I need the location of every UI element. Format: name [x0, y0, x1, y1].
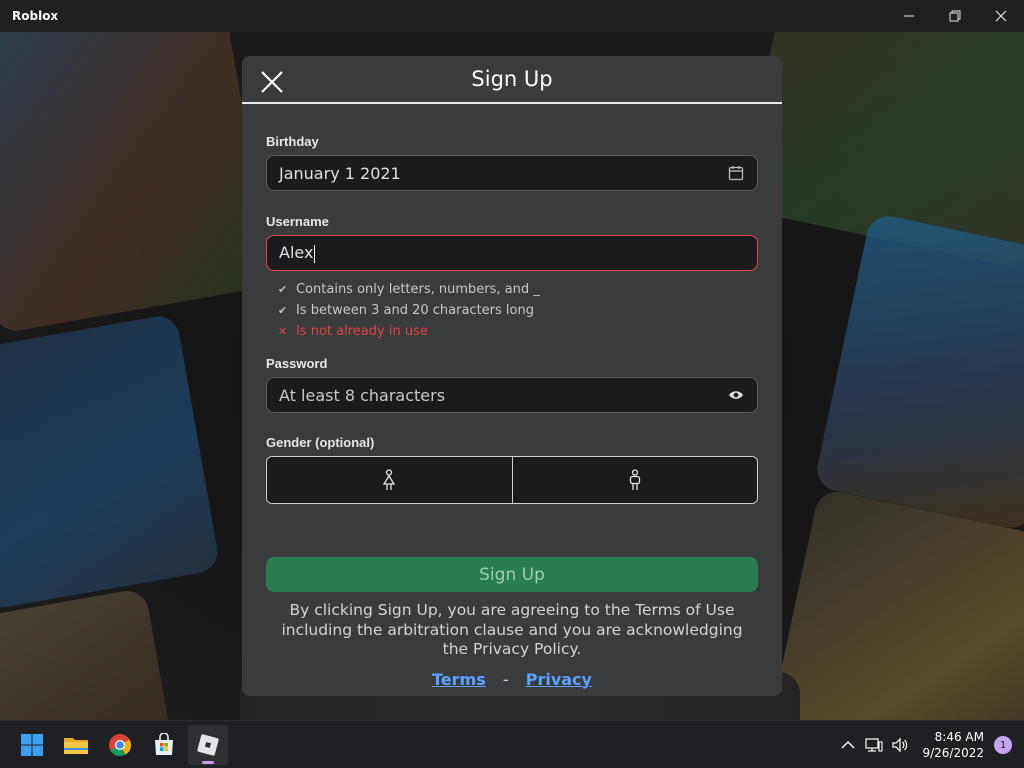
minimize-button[interactable]: [886, 0, 932, 32]
windows-start-button[interactable]: [12, 725, 52, 765]
terms-link[interactable]: Terms: [432, 670, 486, 689]
username-rules: ✔ Contains only letters, numbers, and _ …: [278, 279, 758, 342]
eye-icon[interactable]: [727, 386, 745, 404]
microsoft-store-icon: [155, 732, 173, 755]
username-value: Alex: [279, 243, 314, 263]
birthday-field[interactable]: January 1 2021: [266, 155, 758, 191]
show-hidden-icons-button[interactable]: [836, 733, 860, 757]
birthday-label: Birthday: [266, 134, 319, 149]
windows-start-icon: [21, 733, 43, 756]
username-rule: ✔ Contains only letters, numbers, and _: [278, 279, 758, 300]
speaker-icon: [892, 737, 908, 753]
chrome-button[interactable]: [100, 725, 140, 765]
window-close-button[interactable]: [978, 0, 1024, 32]
rule-text: Contains only letters, numbers, and _: [296, 282, 540, 297]
restore-icon: [949, 10, 961, 22]
calendar-icon[interactable]: [727, 164, 745, 182]
x-icon: ✕: [278, 325, 288, 338]
signup-button[interactable]: Sign Up: [266, 557, 758, 592]
volume-button[interactable]: [888, 733, 912, 757]
clock[interactable]: 8:46 AM 9/26/2022: [922, 729, 984, 761]
signup-modal: Sign Up Birthday January 1 2021 Username…: [242, 56, 782, 696]
modal-close-button[interactable]: [258, 68, 286, 96]
background-tile: [813, 212, 1024, 532]
female-icon: [383, 469, 396, 490]
username-label: Username: [266, 214, 329, 229]
check-icon: ✔: [278, 304, 288, 317]
male-icon: [629, 469, 640, 490]
gender-male-button[interactable]: [511, 457, 757, 503]
background-tile: [0, 32, 274, 335]
background-tile: [765, 487, 1024, 720]
minimize-icon: [904, 15, 914, 17]
modal-header: Sign Up: [242, 56, 782, 104]
chevron-up-icon: [841, 741, 855, 749]
file-explorer-icon: [64, 737, 88, 754]
close-icon: [995, 10, 1007, 22]
network-icon: [865, 738, 884, 752]
notification-badge[interactable]: 1: [994, 736, 1012, 754]
signup-form: Birthday January 1 2021 Username Alex ✔ …: [266, 134, 758, 689]
taskbar: 8:46 AM 9/26/2022 1: [0, 720, 1024, 768]
roblox-icon: [197, 733, 219, 756]
rule-text: Is not already in use: [296, 324, 428, 339]
modal-title: Sign Up: [471, 67, 553, 91]
password-field[interactable]: At least 8 characters: [266, 377, 758, 413]
gender-female-button[interactable]: [267, 457, 512, 503]
username-rule: ✔ Is between 3 and 20 characters long: [278, 300, 758, 321]
link-separator: -: [502, 669, 509, 689]
username-field[interactable]: Alex: [266, 235, 758, 271]
text-caret: [314, 244, 316, 263]
password-label: Password: [266, 356, 328, 371]
birthday-value: January 1 2021: [279, 163, 401, 183]
rule-text: Is between 3 and 20 characters long: [296, 303, 534, 318]
microsoft-store-button[interactable]: [144, 725, 184, 765]
chrome-icon: [109, 733, 131, 756]
background-tile: [0, 587, 173, 720]
network-button[interactable]: [862, 733, 886, 757]
username-input[interactable]: Alex: [279, 243, 745, 263]
restore-button[interactable]: [932, 0, 978, 32]
clock-date: 9/26/2022: [922, 746, 984, 760]
legal-text: By clicking Sign Up, you are agreeing to…: [281, 601, 743, 658]
window-title-bar: Roblox: [0, 0, 1024, 32]
privacy-link[interactable]: Privacy: [526, 670, 592, 689]
background-tile: [0, 313, 221, 611]
username-rule: ✕ Is not already in use: [278, 321, 758, 342]
roblox-taskbar-button[interactable]: [188, 724, 228, 765]
clock-time: 8:46 AM: [934, 730, 984, 744]
password-placeholder: At least 8 characters: [279, 385, 446, 405]
check-icon: ✔: [278, 283, 288, 296]
gender-label: Gender (optional): [266, 435, 375, 450]
legal-links: Terms - Privacy: [266, 670, 758, 689]
window-title: Roblox: [12, 9, 59, 23]
file-explorer-button[interactable]: [56, 725, 96, 765]
gender-selector: [266, 456, 758, 504]
close-icon: [261, 71, 283, 93]
system-tray: 8:46 AM 9/26/2022 1: [836, 721, 1024, 768]
